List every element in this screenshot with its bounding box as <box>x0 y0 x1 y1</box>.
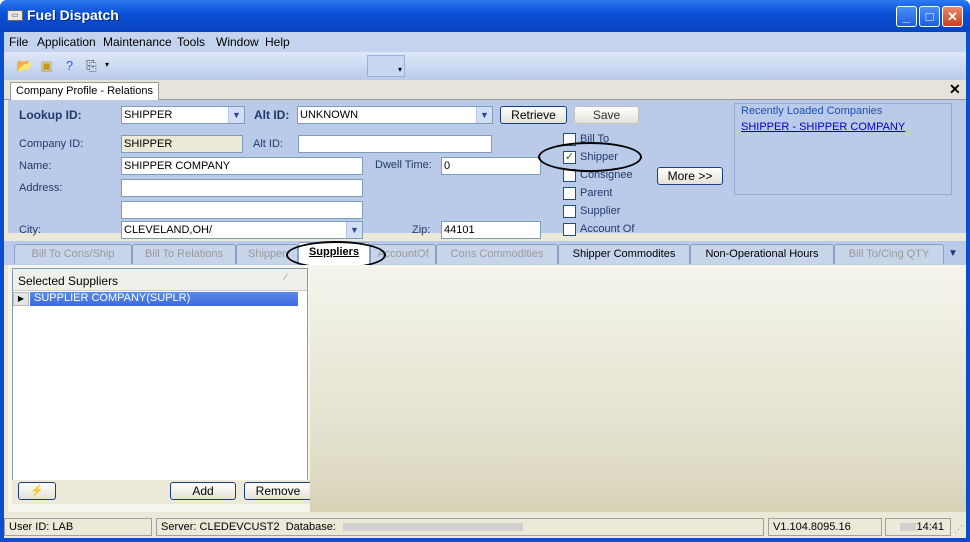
relations-tab-strip: Bill To Cons/Ship Bill To Relations Ship… <box>4 241 966 269</box>
tab-bill-to-cing-qty[interactable]: Bill To/Cing QTY <box>834 244 944 264</box>
zip-label: Zip: <box>412 224 431 236</box>
alt-id-value: UNKNOWN <box>300 109 359 121</box>
address-line1-field[interactable] <box>121 179 363 197</box>
status-time: 14:41 <box>885 518 951 536</box>
title-bar[interactable]: ▭ Fuel Dispatch _ □ ✕ <box>0 0 970 32</box>
menu-help[interactable]: Help <box>265 35 290 49</box>
address-label: Address: <box>19 182 63 194</box>
status-database: Database: <box>285 521 336 533</box>
menu-application[interactable]: Application <box>37 35 96 49</box>
tab-scroll-down-icon[interactable]: ▼ <box>948 248 958 259</box>
suppliers-panel: Selected Suppliers ⁄ ▶ SUPPLIER COMPANY(… <box>8 265 966 512</box>
city-value: CLEVELAND,OH/ <box>124 224 213 236</box>
tab-cons-commodities[interactable]: Cons Commodities <box>436 244 558 264</box>
client-area: File Application Maintenance Tools Windo… <box>4 32 966 538</box>
city-label: City: <box>19 224 41 236</box>
grid-header-label: Selected Suppliers <box>18 274 119 288</box>
more-button[interactable]: More >> <box>657 167 723 185</box>
database-name-redacted <box>342 523 523 532</box>
open-folder-icon[interactable]: 📂 <box>16 58 33 74</box>
menu-window[interactable]: Window <box>216 35 259 49</box>
document-tab[interactable]: Company Profile - Relations <box>10 82 159 100</box>
lookup-id-combo[interactable]: SHIPPER ▼ <box>121 106 245 124</box>
parent-checkbox[interactable] <box>563 187 576 200</box>
app-icon: ▭ <box>7 10 23 21</box>
company-form: Lookup ID: SHIPPER ▼ Alt ID: UNKNOWN ▼ R… <box>8 100 966 239</box>
exit-door-icon[interactable]: ⎘ <box>83 58 100 74</box>
close-document-icon[interactable]: ✕ <box>949 81 961 98</box>
lookup-id-label: Lookup ID: <box>19 108 82 122</box>
minimize-button[interactable]: _ <box>896 6 917 27</box>
window-title: Fuel Dispatch <box>27 7 119 23</box>
dwell-time-label: Dwell Time: <box>375 159 432 171</box>
shipper-highlight-ellipse <box>538 142 642 172</box>
status-server-database: Server: CLEDEVCUST2 Database: <box>156 518 764 536</box>
status-bar: User ID: LAB Server: CLEDEVCUST2 Databas… <box>4 514 966 538</box>
recent-companies-box: Recently Loaded Companies SHIPPER - SHIP… <box>734 103 952 195</box>
recent-companies-title: Recently Loaded Companies <box>741 105 883 117</box>
toolbar-combo[interactable]: ▾ <box>367 55 405 77</box>
menu-tools[interactable]: Tools <box>177 35 205 49</box>
dwell-time-field[interactable]: 0 <box>441 157 541 175</box>
chevron-down-icon[interactable]: ▼ <box>476 107 492 123</box>
lookup-id-value: SHIPPER <box>124 109 173 121</box>
parent-label: Parent <box>580 187 613 199</box>
suppliers-grid: Selected Suppliers ⁄ ▶ SUPPLIER COMPANY(… <box>12 268 308 504</box>
remove-button[interactable]: Remove <box>244 482 312 500</box>
menu-bar: File Application Maintenance Tools Windo… <box>4 32 966 52</box>
grid-footer: ⚡ Add Remove <box>12 480 312 504</box>
status-user: User ID: LAB <box>4 518 152 536</box>
help-icon[interactable]: ? <box>61 58 78 74</box>
status-version: V1.104.8095.16 <box>768 518 882 536</box>
name-label: Name: <box>19 160 52 172</box>
save-button[interactable]: Save <box>574 106 639 124</box>
account-of-label: Account Of <box>580 223 635 235</box>
chevron-down-icon[interactable]: ▼ <box>228 107 244 123</box>
maximize-button[interactable]: □ <box>919 6 940 27</box>
name-field[interactable]: SHIPPER COMPANY <box>121 157 363 175</box>
company-alt-id-label: Alt ID: <box>253 138 283 150</box>
status-server: Server: CLEDEVCUST2 <box>161 521 280 533</box>
tab-bill-to-cons-ship[interactable]: Bill To Cons/Ship <box>14 244 132 264</box>
zip-field[interactable]: 44101 <box>441 221 541 239</box>
document-tab-strip: Company Profile - Relations ✕ <box>4 80 966 100</box>
folder-up-icon[interactable]: ▣ <box>38 58 55 74</box>
add-button[interactable]: Add <box>170 482 236 500</box>
retrieve-button[interactable]: Retrieve <box>500 106 567 124</box>
row-indicator-icon: ▶ <box>13 292 29 306</box>
sort-icon[interactable]: ⁄ <box>285 272 287 282</box>
time-redacted <box>900 523 917 532</box>
close-window-button[interactable]: ✕ <box>942 6 963 27</box>
tab-shipper-commodities[interactable]: Shipper Commodites <box>558 244 690 264</box>
status-time-value: 14:41 <box>916 521 944 533</box>
toolbar-combo-arrow-icon: ▾ <box>397 65 402 74</box>
app-window: ▭ Fuel Dispatch _ □ ✕ File Application M… <box>0 0 970 542</box>
recent-company-link[interactable]: SHIPPER - SHIPPER COMPANY <box>741 121 905 133</box>
grid-row[interactable]: SUPPLIER COMPANY(SUPLR) <box>30 292 298 306</box>
address-line2-field[interactable] <box>121 201 363 219</box>
supplier-checkbox[interactable] <box>563 205 576 218</box>
grid-header[interactable]: Selected Suppliers ⁄ <box>13 269 307 291</box>
alt-id-combo[interactable]: UNKNOWN ▼ <box>297 106 493 124</box>
tab-bill-to-relations[interactable]: Bill To Relations <box>132 244 236 264</box>
resize-grip-icon[interactable]: ⋰ <box>954 524 963 535</box>
account-of-checkbox[interactable] <box>563 223 576 236</box>
alt-id-label: Alt ID: <box>254 108 290 122</box>
chevron-down-icon[interactable]: ▼ <box>346 222 362 238</box>
menu-file[interactable]: File <box>9 35 28 49</box>
toolbar: 📂 ▣ ? ⎘ ▾ ▾ <box>4 52 966 80</box>
city-combo[interactable]: CLEVELAND,OH/ ▼ <box>121 221 363 239</box>
company-alt-id-field[interactable] <box>298 135 492 153</box>
supplier-label: Supplier <box>580 205 621 217</box>
suppliers-detail-area <box>310 265 966 512</box>
menu-maintenance[interactable]: Maintenance <box>103 35 172 49</box>
company-id-label: Company ID: <box>19 138 84 150</box>
filter-lightning-icon[interactable]: ⚡ <box>18 482 56 500</box>
company-id-field[interactable]: SHIPPER <box>121 135 243 153</box>
tab-non-operational-hours[interactable]: Non-Operational Hours <box>690 244 834 264</box>
toolbar-overflow-icon[interactable]: ▾ <box>105 60 109 69</box>
